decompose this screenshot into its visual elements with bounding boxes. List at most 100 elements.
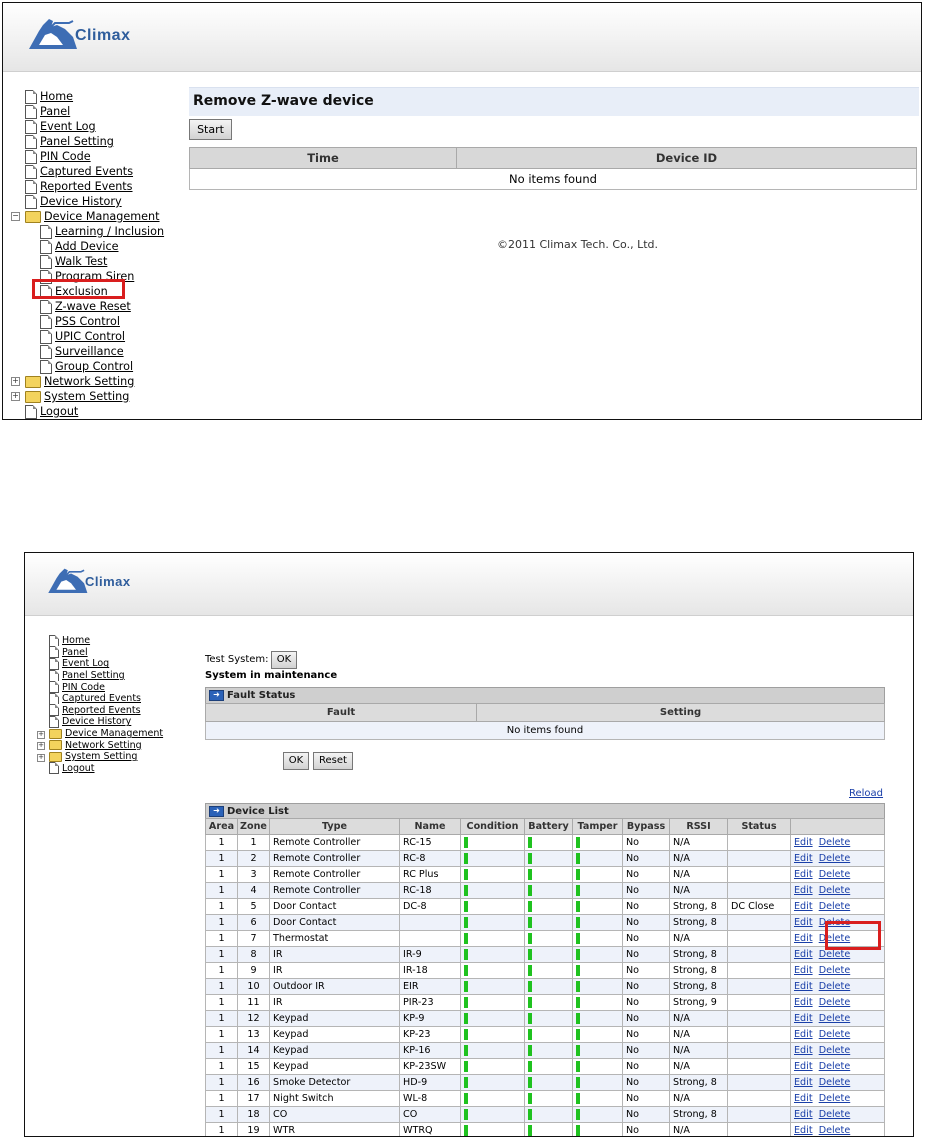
edit-link[interactable]: Edit [794, 1013, 813, 1024]
sidebar-item-label[interactable]: Panel Setting [40, 135, 114, 148]
expand-icon[interactable]: + [37, 742, 45, 751]
delete-link[interactable]: Delete [819, 853, 851, 864]
sidebar-item-panel[interactable]: Panel [11, 104, 164, 119]
edit-link[interactable]: Edit [794, 1045, 813, 1056]
sidebar-item-label[interactable]: Device Management [44, 210, 160, 223]
reload-link[interactable]: Reload [849, 788, 883, 799]
sidebar-item-label[interactable]: PSS Control [55, 315, 120, 328]
sidebar-item-device-history[interactable]: Device History [35, 715, 163, 728]
sidebar-item-upic-control[interactable]: UPIC Control [11, 329, 164, 344]
delete-link[interactable]: Delete [819, 837, 851, 848]
edit-link[interactable]: Edit [794, 917, 813, 928]
delete-link[interactable]: Delete [819, 997, 851, 1008]
edit-link[interactable]: Edit [794, 1109, 813, 1120]
sidebar-item-device-history[interactable]: Device History [11, 194, 164, 209]
sidebar-item-event-log[interactable]: Event Log [11, 119, 164, 134]
sidebar-item-label[interactable]: PIN Code [40, 150, 91, 163]
sidebar-item-label[interactable]: Home [62, 635, 90, 646]
sidebar-item-label[interactable]: Captured Events [62, 693, 141, 704]
sidebar-item-group-control[interactable]: Group Control [11, 359, 164, 374]
delete-link[interactable]: Delete [819, 885, 851, 896]
sidebar-item-event-log[interactable]: Event Log [35, 657, 163, 670]
ok-button[interactable]: OK [283, 752, 309, 770]
sidebar-item-label[interactable]: UPIC Control [55, 330, 125, 343]
edit-link[interactable]: Edit [794, 981, 813, 992]
sidebar-item-captured-events[interactable]: Captured Events [11, 164, 164, 179]
sidebar-item-label[interactable]: Add Device [55, 240, 118, 253]
sidebar-item-network-setting[interactable]: + Network Setting [35, 739, 163, 751]
edit-link[interactable]: Edit [794, 1125, 813, 1136]
sidebar-item-device-management[interactable]: + Device Management [35, 728, 163, 740]
edit-link[interactable]: Edit [794, 1061, 813, 1072]
edit-link[interactable]: Edit [794, 933, 813, 944]
delete-link[interactable]: Delete [819, 1125, 851, 1136]
sidebar-item-pss-control[interactable]: PSS Control [11, 314, 164, 329]
edit-link[interactable]: Edit [794, 1077, 813, 1088]
sidebar-item-system-setting[interactable]: + System Setting [35, 751, 163, 763]
edit-link[interactable]: Edit [794, 837, 813, 848]
reset-button[interactable]: Reset [313, 752, 353, 770]
sidebar-item-label[interactable]: Network Setting [44, 375, 134, 388]
edit-link[interactable]: Edit [794, 1029, 813, 1040]
sidebar-item-system-setting[interactable]: + System Setting [11, 389, 164, 404]
sidebar-item-panel[interactable]: Panel [35, 646, 163, 659]
sidebar-item-label[interactable]: PIN Code [62, 682, 105, 693]
edit-link[interactable]: Edit [794, 965, 813, 976]
edit-link[interactable]: Edit [794, 853, 813, 864]
delete-link[interactable]: Delete [819, 981, 851, 992]
sidebar-item-reported-events[interactable]: Reported Events [11, 179, 164, 194]
sidebar-item-network-setting[interactable]: + Network Setting [11, 374, 164, 389]
start-button[interactable]: Start [189, 119, 232, 140]
sidebar-item-label[interactable]: Panel [40, 105, 70, 118]
sidebar-item-label[interactable]: Device History [40, 195, 122, 208]
expand-icon[interactable]: + [37, 730, 45, 739]
sidebar-item-label[interactable]: Device History [62, 716, 131, 727]
sidebar-item-z-wave-reset[interactable]: Z-wave Reset [11, 299, 164, 314]
delete-link[interactable]: Delete [819, 1061, 851, 1072]
sidebar-item-label[interactable]: Z-wave Reset [55, 300, 131, 313]
delete-link[interactable]: Delete [819, 901, 851, 912]
edit-link[interactable]: Edit [794, 885, 813, 896]
sidebar-item-label[interactable]: Network Setting [65, 740, 142, 751]
sidebar-item-label[interactable]: Walk Test [55, 255, 107, 268]
sidebar-item-label[interactable]: Panel [62, 647, 88, 658]
sidebar-item-label[interactable]: Panel Setting [62, 670, 125, 681]
test-system-ok-button[interactable]: OK [271, 651, 297, 669]
sidebar-item-walk-test[interactable]: Walk Test [11, 254, 164, 269]
delete-link[interactable]: Delete [819, 1029, 851, 1040]
sidebar-item-label[interactable]: Surveillance [55, 345, 124, 358]
sidebar-item-label[interactable]: Reported Events [62, 705, 141, 716]
delete-link[interactable]: Delete [819, 1093, 851, 1104]
sidebar-item-pin-code[interactable]: PIN Code [35, 681, 163, 694]
sidebar-item-add-device[interactable]: Add Device [11, 239, 164, 254]
sidebar-item-device-management[interactable]: − Device Management [11, 209, 164, 224]
collapse-icon[interactable]: − [11, 212, 20, 221]
sidebar-item-label[interactable]: Logout [40, 405, 78, 418]
sidebar-item-logout[interactable]: Logout [35, 762, 163, 775]
delete-link[interactable]: Delete [819, 1013, 851, 1024]
delete-link[interactable]: Delete [819, 949, 851, 960]
sidebar-item-panel-setting[interactable]: Panel Setting [11, 134, 164, 149]
edit-link[interactable]: Edit [794, 1093, 813, 1104]
sidebar-item-label[interactable]: System Setting [65, 751, 137, 762]
edit-link[interactable]: Edit [794, 997, 813, 1008]
delete-link[interactable]: Delete [819, 1045, 851, 1056]
sidebar-item-pin-code[interactable]: PIN Code [11, 149, 164, 164]
sidebar-item-label[interactable]: Device Management [65, 728, 163, 739]
sidebar-item-label[interactable]: System Setting [44, 390, 129, 403]
expand-icon[interactable]: + [11, 377, 20, 386]
edit-link[interactable]: Edit [794, 869, 813, 880]
sidebar-item-label[interactable]: Group Control [55, 360, 133, 373]
delete-link[interactable]: Delete [819, 869, 851, 880]
delete-link[interactable]: Delete [819, 1077, 851, 1088]
column-header-time[interactable]: Time [189, 147, 457, 169]
delete-link[interactable]: Delete [819, 1109, 851, 1120]
sidebar-item-home[interactable]: Home [11, 89, 164, 104]
sidebar-item-label[interactable]: Home [40, 90, 73, 103]
sidebar-item-logout[interactable]: Logout [11, 404, 164, 419]
sidebar-item-home[interactable]: Home [35, 634, 163, 647]
sidebar-item-panel-setting[interactable]: Panel Setting [35, 669, 163, 682]
delete-link[interactable]: Delete [819, 965, 851, 976]
sidebar-item-captured-events[interactable]: Captured Events [35, 692, 163, 705]
sidebar-item-surveillance[interactable]: Surveillance [11, 344, 164, 359]
